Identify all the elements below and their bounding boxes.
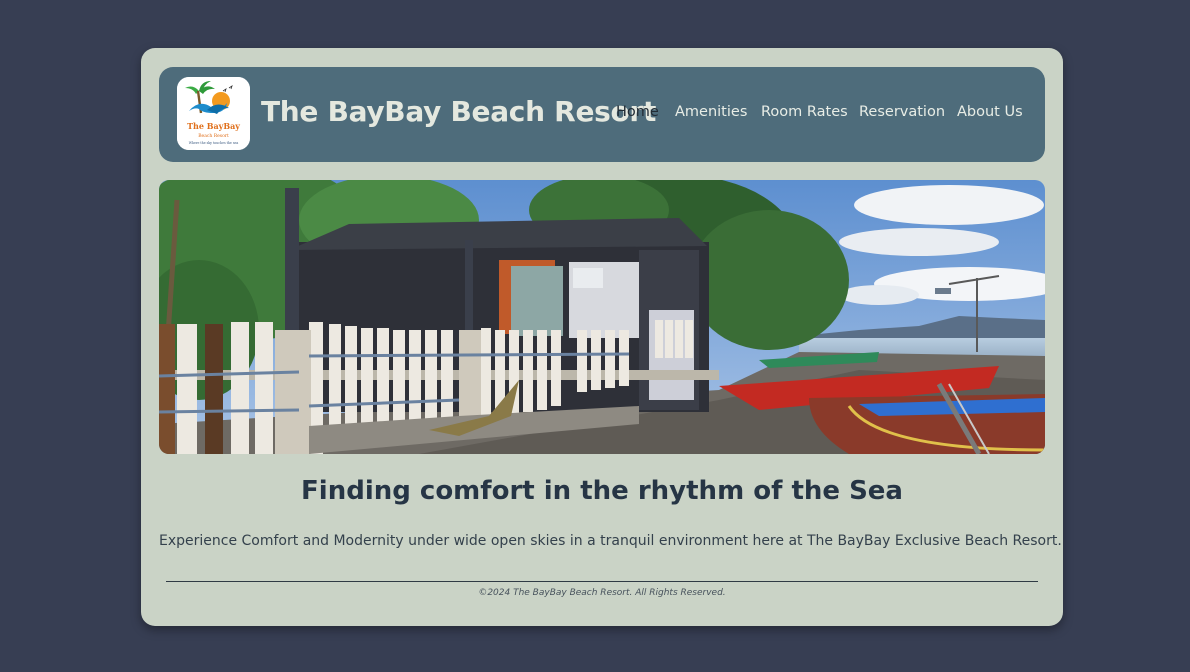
main-heading: Finding comfort in the rhythm of the Sea xyxy=(301,476,903,506)
footer-divider xyxy=(166,581,1038,582)
site-header: The BayBay Beach Resort Where the sky to… xyxy=(159,67,1045,162)
logo-text-2: Beach Resort xyxy=(198,133,229,139)
nav-amenities[interactable]: Amenities xyxy=(675,104,747,120)
logo-tagline: Where the sky touches the sea xyxy=(189,141,239,145)
nav-about-us[interactable]: About Us xyxy=(957,104,1023,120)
beach-cottage-photo xyxy=(159,180,1045,454)
nav-home[interactable]: Home xyxy=(616,104,659,120)
hero-image xyxy=(159,180,1045,454)
nav-reservation[interactable]: Reservation xyxy=(859,104,945,120)
main-nav: Home Amenities Room Rates Reservation Ab… xyxy=(159,104,1045,126)
footer-copyright: ©2024 The BayBay Beach Resort. All Right… xyxy=(478,588,726,598)
intro-text: Experience Comfort and Modernity under w… xyxy=(159,533,1062,549)
page-card: The BayBay Beach Resort Where the sky to… xyxy=(141,48,1063,626)
nav-room-rates[interactable]: Room Rates xyxy=(761,104,848,120)
